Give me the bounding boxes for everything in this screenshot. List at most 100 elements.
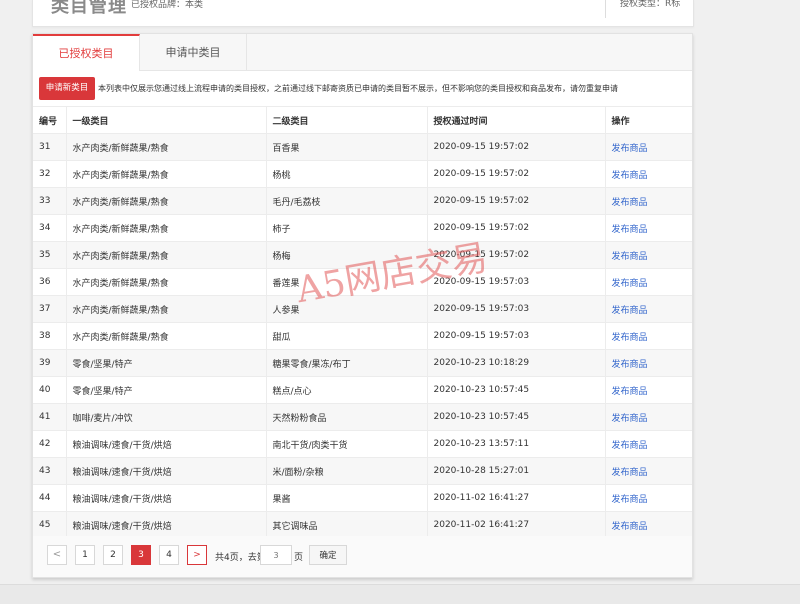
table-row: 43 粮油调味/速食/干货/烘焙 米/面粉/杂粮 2020-10-28 15:27:0…: [33, 457, 692, 485]
cell-category-level1: 水产肉类/新鲜蔬果/熟食: [65, 133, 266, 161]
cell-action: 发布商品: [604, 376, 692, 404]
cell-category-level2: 百香果: [265, 133, 427, 161]
cell-id: 45: [33, 511, 66, 539]
cell-category-level1: 水产肉类/新鲜蔬果/熟食: [65, 241, 266, 269]
cell-id: 31: [33, 133, 66, 161]
publish-product-link[interactable]: 发布商品: [612, 252, 648, 262]
table-row: 37 水产肉类/新鲜蔬果/熟食 人参果 2020-09-15 19:57:03 发布商品: [33, 295, 692, 323]
notice-text: 本列表中仅展示您通过线上流程申请的类目授权，之前通过线下邮寄资质已申请的类目暂不…: [98, 84, 618, 93]
page-button-3-current[interactable]: 3: [131, 545, 151, 565]
prev-page-button[interactable]: <: [47, 545, 67, 565]
cell-approved-time: 2020-09-15 19:57:03: [426, 295, 605, 323]
publish-product-link[interactable]: 发布商品: [612, 225, 648, 235]
table-row: 36 水产肉类/新鲜蔬果/熟食 番莲果 2020-09-15 19:57:03 发布商品: [33, 268, 692, 296]
publish-product-link[interactable]: 发布商品: [612, 468, 648, 478]
page-button-2[interactable]: 2: [103, 545, 123, 565]
table-header-row: 编号 一级类目 二级类目 授权通过时间 操作: [33, 106, 692, 134]
cell-id: 42: [33, 430, 66, 458]
publish-product-link[interactable]: 发布商品: [612, 306, 648, 316]
page-unit-label: 页: [294, 553, 304, 563]
cell-id: 44: [33, 484, 66, 512]
footer-strip: [0, 584, 800, 604]
table-row: 42 粮油调味/速食/干货/烘焙 南北干货/肉类干货 2020-10-23 13:57…: [33, 430, 692, 458]
tab-authorized-categories[interactable]: 已授权类目: [33, 34, 140, 71]
category-table: 编号 一级类目 二级类目 授权通过时间 操作 31 水产肉类/新鲜蔬果/熟食 百香果…: [33, 106, 692, 539]
cell-category-level1: 水产肉类/新鲜蔬果/熟食: [65, 214, 266, 242]
cell-id: 32: [33, 160, 66, 188]
column-header-id: 编号: [33, 106, 66, 134]
publish-product-link[interactable]: 发布商品: [612, 360, 648, 370]
table-row: 45 粮油调味/速食/干货/烘焙 其它调味品 2020-11-02 16:41:27 发…: [33, 511, 692, 539]
cell-id: 34: [33, 214, 66, 242]
cell-category-level1: 水产肉类/新鲜蔬果/熟食: [65, 295, 266, 323]
cell-category-level1: 水产肉类/新鲜蔬果/熟食: [65, 187, 266, 215]
goto-page-confirm-button[interactable]: 确定: [309, 545, 347, 565]
page-header: 类目管理 已授权品牌：本类 授权类型：R标: [32, 0, 694, 27]
apply-new-category-button[interactable]: 申请新类目: [39, 77, 95, 100]
cell-category-level2: 南北干货/肉类干货: [265, 430, 427, 458]
cell-category-level1: 水产肉类/新鲜蔬果/熟食: [65, 268, 266, 296]
publish-product-link[interactable]: 发布商品: [612, 387, 648, 397]
cell-category-level2: 甜瓜: [265, 322, 427, 350]
page-button-4[interactable]: 4: [159, 545, 179, 565]
cell-category-level2: 人参果: [265, 295, 427, 323]
cell-action: 发布商品: [604, 430, 692, 458]
cell-category-level1: 粮油调味/速食/干货/烘焙: [65, 511, 266, 539]
cell-category-level2: 糖果零食/果冻/布丁: [265, 349, 427, 377]
cell-approved-time: 2020-11-02 16:41:27: [426, 511, 605, 539]
cell-id: 35: [33, 241, 66, 269]
cell-category-level2: 天然粉粉食品: [265, 403, 427, 431]
cell-id: 37: [33, 295, 66, 323]
publish-product-link[interactable]: 发布商品: [612, 198, 648, 208]
total-pages-text: 共4页，去第: [215, 553, 266, 563]
page-title: 类目管理: [51, 0, 127, 17]
next-page-button[interactable]: >: [187, 545, 207, 565]
cell-id: 39: [33, 349, 66, 377]
cell-approved-time: 2020-10-23 10:18:29: [426, 349, 605, 377]
publish-product-link[interactable]: 发布商品: [612, 441, 648, 451]
publish-product-link[interactable]: 发布商品: [612, 279, 648, 289]
cell-id: 41: [33, 403, 66, 431]
cell-id: 40: [33, 376, 66, 404]
table-body: 31 水产肉类/新鲜蔬果/熟食 百香果 2020-09-15 19:57:02 发布商品…: [33, 133, 692, 539]
cell-approved-time: 2020-09-15 19:57:03: [426, 322, 605, 350]
publish-product-link[interactable]: 发布商品: [612, 522, 648, 532]
cell-action: 发布商品: [604, 511, 692, 539]
cell-category-level1: 水产肉类/新鲜蔬果/熟食: [65, 160, 266, 188]
table-row: 40 零食/坚果/特产 糕点/点心 2020-10-23 10:57:45 发布商品: [33, 376, 692, 404]
cell-approved-time: 2020-09-15 19:57:02: [426, 214, 605, 242]
cell-action: 发布商品: [604, 214, 692, 242]
table-row: 31 水产肉类/新鲜蔬果/熟食 百香果 2020-09-15 19:57:02 发布商品: [33, 133, 692, 161]
table-row: 39 零食/坚果/特产 糖果零食/果冻/布丁 2020-10-23 10:18:29 发…: [33, 349, 692, 377]
cell-approved-time: 2020-10-23 13:57:11: [426, 430, 605, 458]
publish-product-link[interactable]: 发布商品: [612, 495, 648, 505]
cell-category-level1: 咖啡/麦片/冲饮: [65, 403, 266, 431]
publish-product-link[interactable]: 发布商品: [612, 171, 648, 181]
goto-page-input[interactable]: [260, 545, 292, 565]
page-button-1[interactable]: 1: [75, 545, 95, 565]
tab-bar: 已授权类目 申请中类目: [33, 34, 692, 71]
publish-product-link[interactable]: 发布商品: [612, 333, 648, 343]
cell-action: 发布商品: [604, 457, 692, 485]
table-row: 38 水产肉类/新鲜蔬果/熟食 甜瓜 2020-09-15 19:57:03 发布商品: [33, 322, 692, 350]
table-row: 44 粮油调味/速食/干货/烘焙 果酱 2020-11-02 16:41:27 发布商品: [33, 484, 692, 512]
category-panel: 已授权类目 申请中类目 申请新类目 本列表中仅展示您通过线上流程申请的类目授权，…: [32, 33, 693, 578]
publish-product-link[interactable]: 发布商品: [612, 144, 648, 154]
column-header-category-level1: 一级类目: [65, 106, 266, 134]
cell-action: 发布商品: [604, 484, 692, 512]
tab-pending-categories[interactable]: 申请中类目: [140, 34, 247, 70]
cell-category-level1: 粮油调味/速食/干货/烘焙: [65, 484, 266, 512]
cell-category-level1: 零食/坚果/特产: [65, 376, 266, 404]
cell-approved-time: 2020-09-15 19:57:02: [426, 241, 605, 269]
table-row: 34 水产肉类/新鲜蔬果/熟食 柿子 2020-09-15 19:57:02 发布商品: [33, 214, 692, 242]
cell-category-level1: 水产肉类/新鲜蔬果/熟食: [65, 322, 266, 350]
cell-action: 发布商品: [604, 322, 692, 350]
column-header-category-level2: 二级类目: [265, 106, 427, 134]
cell-approved-time: 2020-10-23 10:57:45: [426, 376, 605, 404]
cell-action: 发布商品: [604, 349, 692, 377]
publish-product-link[interactable]: 发布商品: [612, 414, 648, 424]
notice-row: 申请新类目 本列表中仅展示您通过线上流程申请的类目授权，之前通过线下邮寄资质已申…: [39, 77, 689, 101]
cell-action: 发布商品: [604, 160, 692, 188]
cell-action: 发布商品: [604, 295, 692, 323]
cell-category-level2: 杨桃: [265, 160, 427, 188]
